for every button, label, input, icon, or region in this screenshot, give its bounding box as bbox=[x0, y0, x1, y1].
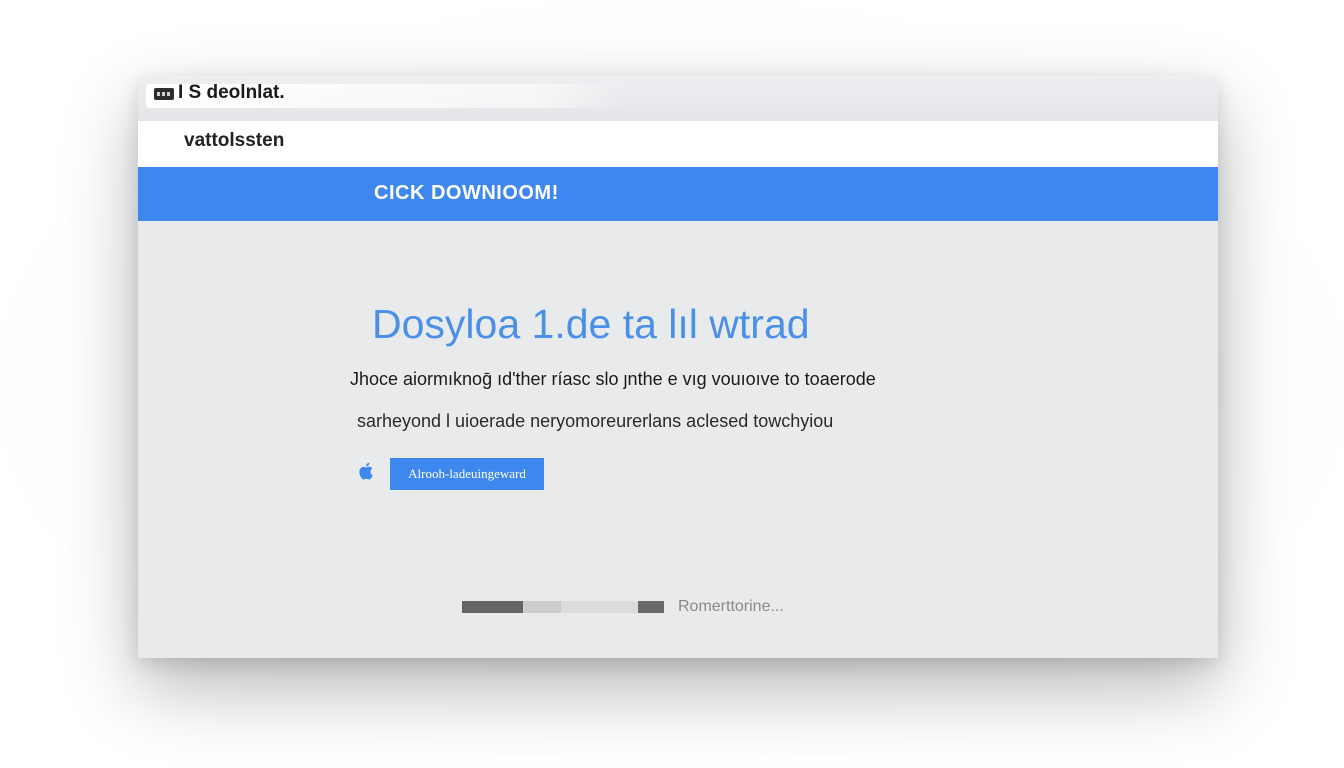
main-content: Dosyloa 1.de ta lıl wtrad Jhoce aiormıkn… bbox=[138, 221, 1218, 658]
app-window: I S deolnlat. vattolssten CICK DOWNIOOM!… bbox=[138, 76, 1218, 658]
description-line-1: Jhoce aiormıknoḡ ıd'ther ríasc slo ȷnthe… bbox=[350, 369, 876, 389]
download-button[interactable]: Alrooh-ladeuingeward bbox=[390, 458, 544, 490]
apple-icon bbox=[359, 462, 373, 480]
brand-name[interactable]: vattolssten bbox=[184, 130, 284, 152]
banner-text: CICK DOWNIOOM! bbox=[374, 182, 559, 204]
download-banner[interactable]: CICK DOWNIOOM! bbox=[138, 167, 1218, 221]
download-progress-bar bbox=[462, 601, 664, 613]
page-headline: Dosyloa 1.de ta lıl wtrad bbox=[372, 301, 810, 347]
description-line-2: sarheyond l uioerade neryomoreurerlans a… bbox=[357, 411, 834, 431]
window-title: I S deolnlat. bbox=[178, 82, 285, 103]
progress-status-text: Romerttorine... bbox=[678, 598, 784, 615]
app-window-icon bbox=[154, 88, 174, 100]
progress-bar-fill bbox=[462, 601, 523, 613]
progress-bar-buffer bbox=[523, 601, 561, 613]
progress-bar-end-cap bbox=[638, 601, 664, 613]
site-header: vattolssten bbox=[138, 121, 1218, 167]
desktop-background: I S deolnlat. vattolssten CICK DOWNIOOM!… bbox=[0, 0, 1344, 768]
window-titlebar[interactable]: I S deolnlat. bbox=[138, 76, 1218, 121]
